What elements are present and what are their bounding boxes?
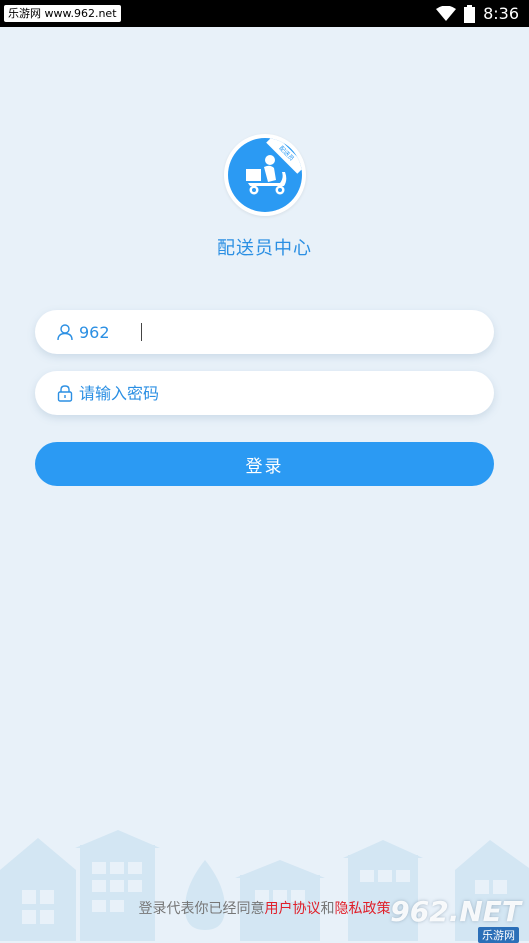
battery-icon <box>464 4 476 23</box>
app-logo: 配送员 <box>224 134 306 216</box>
login-button[interactable]: 登录 <box>35 442 494 486</box>
lock-icon <box>57 385 73 402</box>
watermark-big-text: 962.NET <box>390 895 521 928</box>
courier-icon: 配送员 <box>228 138 302 212</box>
site-watermark: 962.NET 乐游网 <box>390 895 521 943</box>
agreement-prefix: 登录代表你已经同意 <box>138 901 265 917</box>
password-field[interactable] <box>35 371 494 415</box>
password-input[interactable] <box>79 371 479 415</box>
status-time: 8:36 <box>483 4 519 23</box>
app-title: 配送员中心 <box>217 238 312 259</box>
text-caret <box>141 323 142 341</box>
username-field[interactable] <box>35 310 494 354</box>
wifi-icon <box>436 5 457 21</box>
status-right: 8:36 <box>436 0 519 27</box>
username-input[interactable] <box>79 310 479 354</box>
agreement-and: 和 <box>320 901 335 917</box>
privacy-policy-link[interactable]: 隐私政策 <box>335 901 391 917</box>
status-watermark: 乐游网 www.962.net <box>4 5 121 22</box>
user-agreement-link[interactable]: 用户协议 <box>265 901 321 917</box>
user-icon <box>57 324 73 341</box>
status-bar: 乐游网 www.962.net 8:36 <box>0 0 529 27</box>
